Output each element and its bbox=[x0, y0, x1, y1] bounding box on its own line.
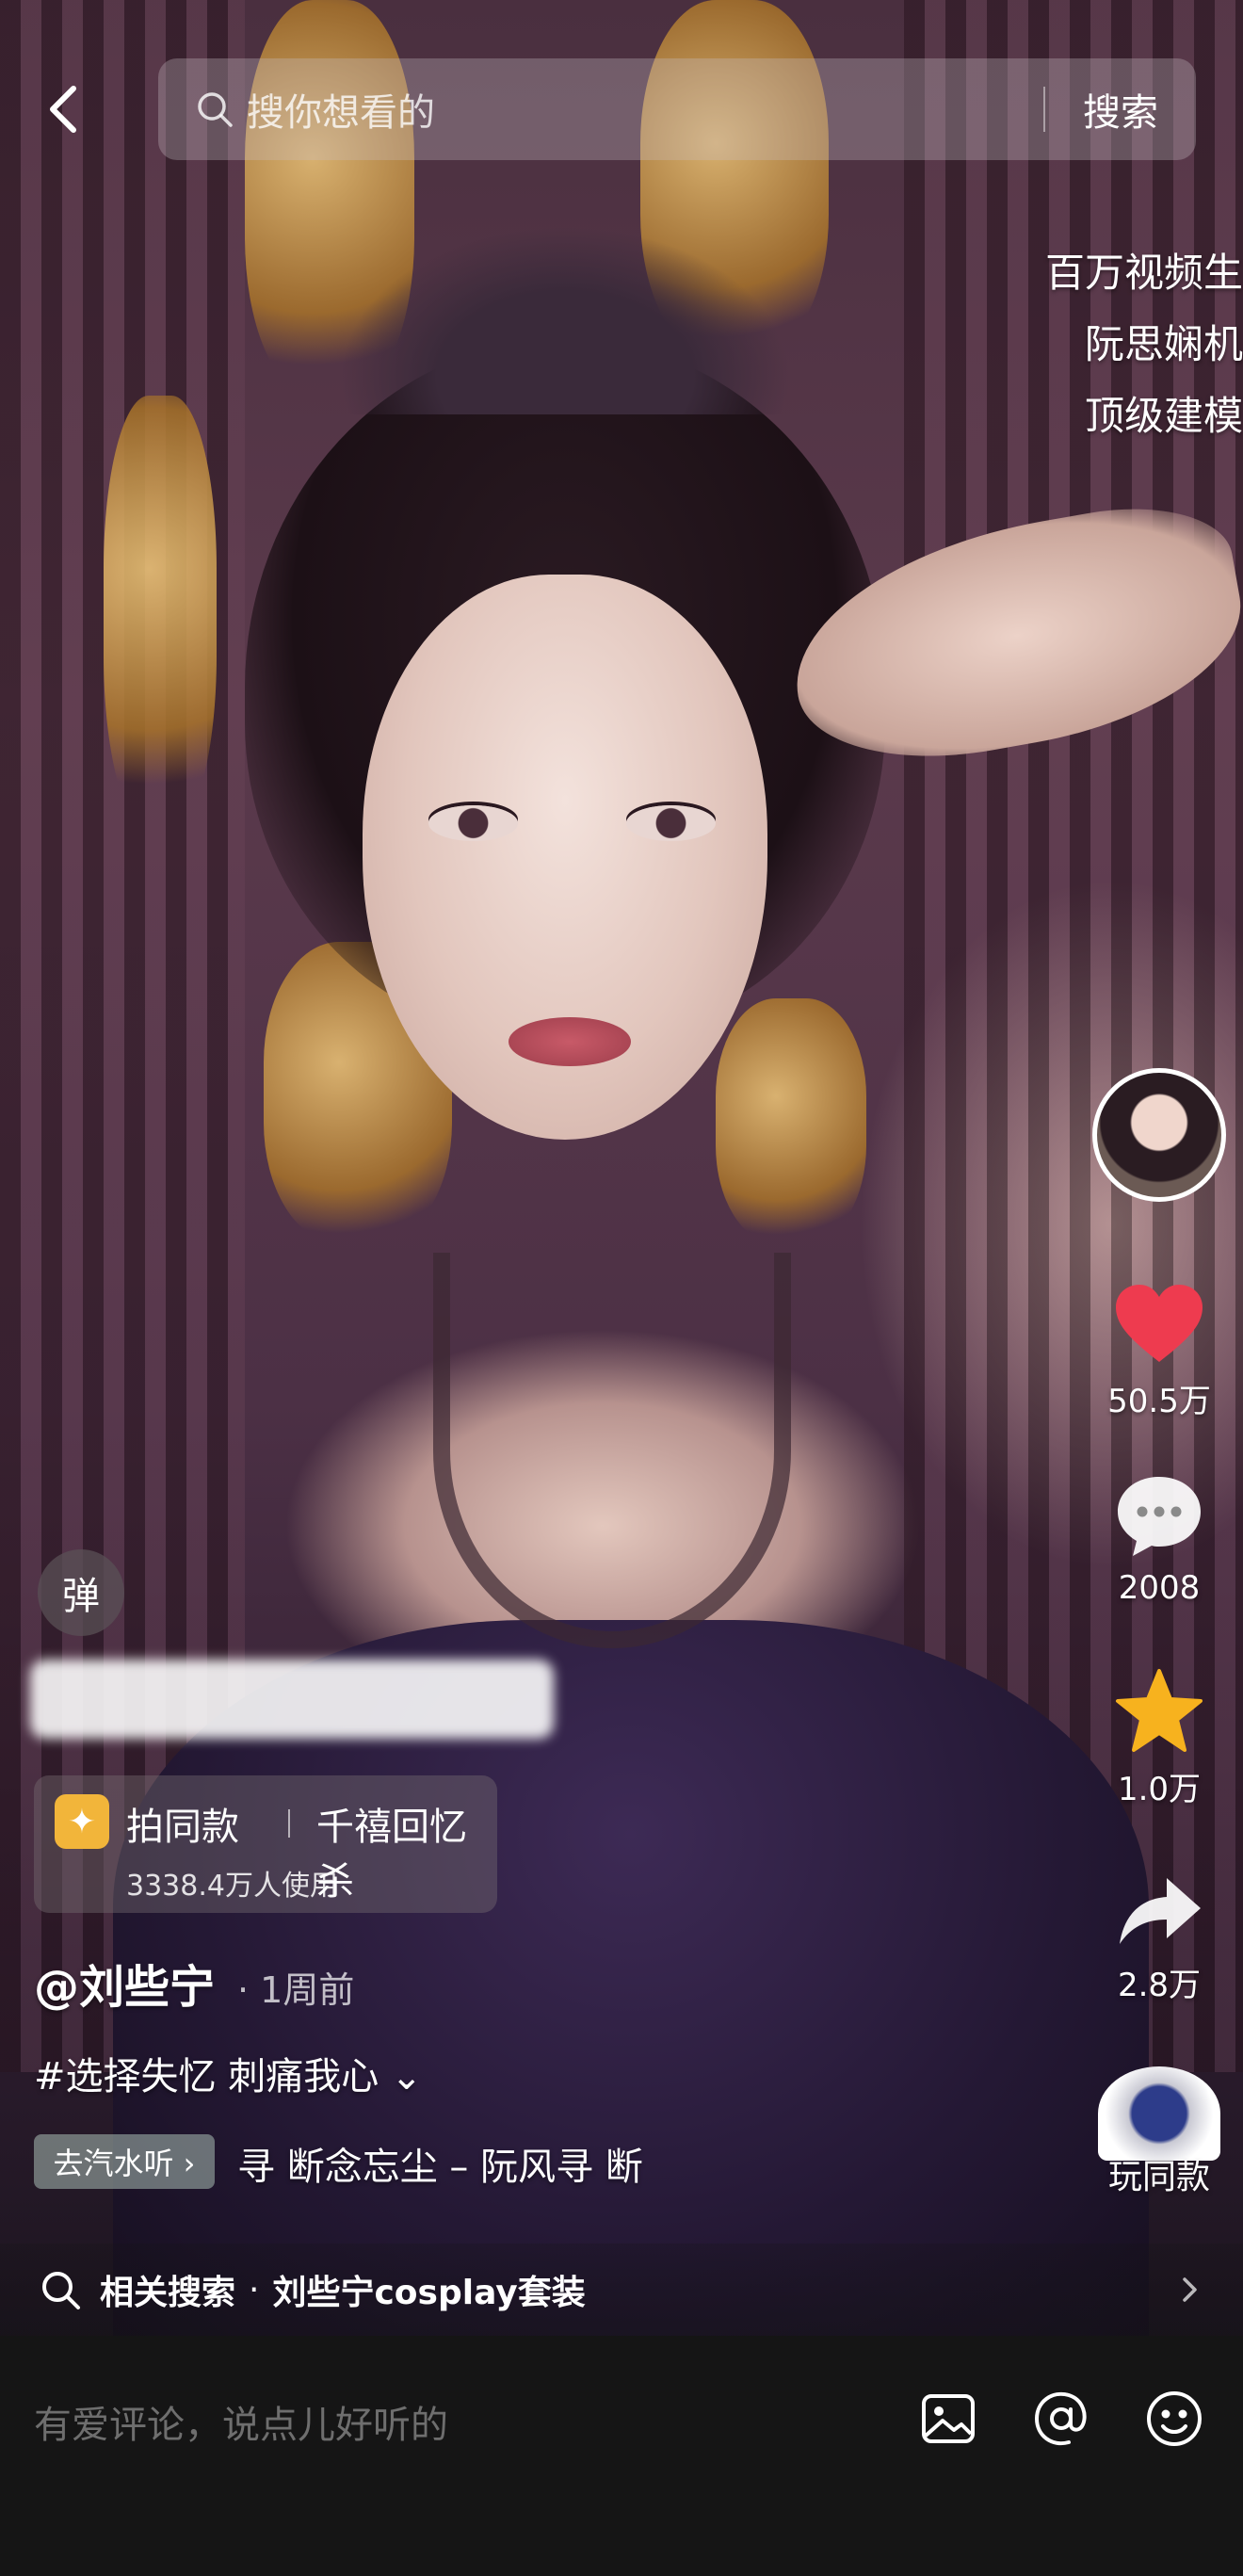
sparkle-icon: ✦ bbox=[55, 1794, 109, 1849]
eye bbox=[626, 805, 716, 841]
post-description[interactable]: #选择失忆 刺痛我心 ⌄ bbox=[34, 2046, 422, 2100]
comment-input[interactable]: 有爱评论，说点儿好听的 bbox=[34, 2394, 448, 2449]
heart-icon bbox=[1116, 1285, 1203, 1362]
gold-ornament bbox=[716, 998, 866, 1243]
related-search-separator: · bbox=[249, 2270, 260, 2309]
lips bbox=[508, 1017, 631, 1066]
blurred-danmaku bbox=[30, 1660, 554, 1739]
chevron-left-icon bbox=[50, 86, 76, 133]
author-name[interactable]: @刘些宁 bbox=[34, 1950, 215, 2016]
effect-usage-count: 3338.4万人使用 bbox=[126, 1870, 338, 1903]
effect-name: 拍同款 bbox=[126, 1806, 239, 1849]
same-style-button[interactable]: 玩同款 bbox=[1074, 2066, 1243, 2198]
share-arrow-icon bbox=[1120, 1878, 1201, 1944]
danmaku-toggle[interactable]: 弹 bbox=[38, 1549, 124, 1636]
comment-button[interactable]: 2008 bbox=[1074, 1473, 1243, 1607]
comment-count: 2008 bbox=[1118, 1569, 1201, 1607]
chevron-right-icon bbox=[1183, 2277, 1197, 2302]
favorite-button[interactable]: 1.0万 bbox=[1074, 1667, 1243, 1809]
music-chip-label: 去汽水听 › bbox=[53, 2146, 196, 2181]
mention-icon[interactable] bbox=[1031, 2389, 1091, 2449]
overlay-line: 顶级建模 bbox=[1084, 393, 1243, 439]
share-button[interactable]: 2.8万 bbox=[1074, 1874, 1243, 2005]
comment-bar: 有爱评论，说点儿好听的 bbox=[0, 2336, 1243, 2576]
search-icon bbox=[198, 92, 233, 127]
same-style-thumbnail bbox=[1098, 2066, 1220, 2161]
related-search-term: 刘些宁cosplay套装 bbox=[272, 2274, 586, 2312]
danmaku-label: 弹 bbox=[62, 1575, 100, 1618]
effect-title: 千禧回忆杀 bbox=[316, 1806, 467, 1904]
author-avatar[interactable] bbox=[1092, 1068, 1226, 1202]
crown bbox=[339, 226, 791, 414]
tassel-ornament bbox=[104, 396, 217, 829]
open-music-app-button[interactable]: 去汽水听 › bbox=[34, 2134, 215, 2189]
effect-divider bbox=[288, 1809, 290, 1838]
star-icon bbox=[1116, 1669, 1203, 1752]
like-button[interactable]: 50.5万 bbox=[1074, 1283, 1243, 1421]
favorite-count: 1.0万 bbox=[1117, 1771, 1202, 1808]
video-overlay-text: 百万视频生 阮思娴机 顶级建模 bbox=[1017, 237, 1243, 452]
back-button[interactable] bbox=[38, 81, 94, 138]
same-style-label: 玩同款 bbox=[1107, 2158, 1210, 2196]
search-icon bbox=[42, 2272, 80, 2309]
eye bbox=[428, 805, 518, 841]
music-title[interactable]: 寻 断念忘尘 – 阮风寻 断 bbox=[237, 2136, 718, 2191]
related-search-label: 相关搜索 bbox=[100, 2274, 236, 2312]
emoji-icon[interactable] bbox=[1144, 2389, 1204, 2449]
comment-icon bbox=[1118, 1477, 1201, 1556]
like-count: 50.5万 bbox=[1107, 1383, 1211, 1420]
search-button[interactable]: 搜索 bbox=[1045, 82, 1196, 137]
search-bar[interactable]: 搜你想看的 搜索 bbox=[158, 58, 1196, 160]
share-count: 2.8万 bbox=[1117, 1967, 1202, 2004]
related-search-bar[interactable]: 相关搜索 · 刘些宁cosplay套装 bbox=[0, 2244, 1243, 2336]
search-input[interactable]: 搜你想看的 bbox=[247, 82, 1043, 137]
effect-card[interactable]: ✦ 拍同款 千禧回忆杀 3338.4万人使用 bbox=[34, 1775, 497, 1913]
overlay-line: 阮思娴机 bbox=[1084, 321, 1243, 367]
necklace bbox=[433, 1253, 791, 1648]
overlay-line: 百万视频生 bbox=[1044, 250, 1243, 296]
image-icon[interactable] bbox=[918, 2389, 978, 2449]
post-time: · 1周前 bbox=[237, 1969, 355, 2011]
